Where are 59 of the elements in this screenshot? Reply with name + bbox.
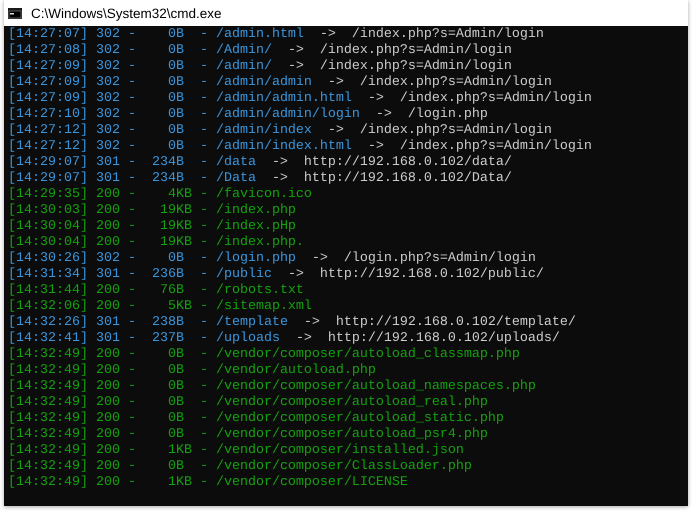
- log-entry: [14:32:49] 200 - 0B - /vendor/composer/autoload_real.php: [8, 395, 488, 411]
- log-entry: [14:27:12] 302 - 0B - /admin/index.html: [8, 139, 352, 155]
- terminal-icon: [8, 8, 22, 18]
- redirect-arrow: ->: [288, 59, 304, 75]
- log-entry: [14:32:49] 200 - 0B - /vendor/composer/autoload_classmap.php: [8, 347, 520, 363]
- redirect-target: /index.php?s=Admin/login: [360, 123, 552, 139]
- redirect-target: /index.php?s=Admin/login: [400, 91, 592, 107]
- redirect-target: /login.php?s=Admin/login: [344, 251, 536, 267]
- redirect-target: /index.php?s=Admin/login: [360, 75, 552, 91]
- log-entry: [14:30:04] 200 - 19KB - /index.php.: [8, 235, 304, 251]
- redirect-arrow: ->: [272, 171, 288, 187]
- redirect-target: /index.php?s=Admin/login: [400, 139, 592, 155]
- redirect-target: http://192.168.0.102/uploads/: [328, 331, 560, 347]
- log-entry: [14:32:06] 200 - 5KB - /sitemap.xml: [8, 299, 312, 315]
- log-entry: [14:32:41] 301 - 237B - /uploads: [8, 331, 280, 347]
- log-entry: [14:32:49] 200 - 0B - /vendor/composer/autoload_psr4.php: [8, 427, 488, 443]
- redirect-target: http://192.168.0.102/Data/: [304, 171, 512, 187]
- redirect-arrow: ->: [368, 139, 384, 155]
- log-entry: [14:30:04] 200 - 19KB - /index.pHp: [8, 219, 296, 235]
- log-entry: [14:30:26] 302 - 0B - /login.php: [8, 251, 296, 267]
- log-entry: [14:32:49] 200 - 1KB - /vendor/composer/installed.json: [8, 443, 464, 459]
- redirect-arrow: ->: [368, 91, 384, 107]
- redirect-target: /login.php: [408, 107, 488, 123]
- redirect-arrow: ->: [328, 123, 344, 139]
- log-entry: [14:30:03] 200 - 19KB - /index.php: [8, 203, 296, 219]
- redirect-arrow: ->: [272, 155, 288, 171]
- log-entry: [14:32:49] 200 - 0B - /vendor/autoload.php: [8, 363, 376, 379]
- log-entry: [14:31:44] 200 - 76B - /robots.txt: [8, 283, 304, 299]
- log-entry: [14:29:07] 301 - 234B - /Data: [8, 171, 256, 187]
- redirect-target: http://192.168.0.102/data/: [304, 155, 512, 171]
- log-entry: [14:32:49] 200 - 1KB - /vendor/composer/LICENSE: [8, 475, 408, 491]
- log-entry: [14:27:09] 302 - 0B - /admin/admin: [8, 75, 312, 91]
- redirect-arrow: ->: [288, 43, 304, 59]
- redirect-arrow: ->: [304, 315, 320, 331]
- log-entry: [14:27:09] 302 - 0B - /admin/admin.html: [8, 91, 352, 107]
- redirect-target: http://192.168.0.102/public/: [320, 267, 544, 283]
- log-entry: [14:32:49] 200 - 0B - /vendor/composer/autoload_static.php: [8, 411, 504, 427]
- log-entry: [14:32:49] 200 - 0B - /vendor/composer/autoload_namespaces.php: [8, 379, 536, 395]
- redirect-arrow: ->: [328, 75, 344, 91]
- log-entry: [14:27:09] 302 - 0B - /admin/: [8, 59, 272, 75]
- log-entry: [14:31:34] 301 - 236B - /public: [8, 267, 272, 283]
- log-entry: [14:32:26] 301 - 238B - /template: [8, 315, 288, 331]
- redirect-arrow: ->: [312, 251, 328, 267]
- redirect-arrow: ->: [288, 267, 304, 283]
- redirect-arrow: ->: [376, 107, 392, 123]
- log-entry: [14:29:07] 301 - 234B - /data: [8, 155, 256, 171]
- log-entry: [14:27:07] 302 - 0B - /admin.html: [8, 27, 304, 43]
- log-entry: [14:29:35] 200 - 4KB - /favicon.ico: [8, 187, 312, 203]
- redirect-target: http://192.168.0.102/template/: [336, 315, 576, 331]
- log-entry: [14:32:49] 200 - 0B - /vendor/composer/ClassLoader.php: [8, 459, 472, 475]
- redirect-target: /index.php?s=Admin/login: [320, 43, 512, 59]
- log-entry: [14:27:08] 302 - 0B - /Admin/: [8, 43, 272, 59]
- redirect-target: /index.php?s=Admin/login: [320, 59, 512, 75]
- redirect-target: /index.php?s=Admin/login: [352, 27, 544, 43]
- log-entry: [14:27:10] 302 - 0B - /admin/admin/login: [8, 107, 360, 123]
- redirect-arrow: ->: [296, 331, 312, 347]
- window-title: C:\Windows\System32\cmd.exe: [31, 6, 222, 20]
- redirect-arrow: ->: [320, 27, 336, 43]
- log-entry: [14:27:12] 302 - 0B - /admin/index: [8, 123, 312, 139]
